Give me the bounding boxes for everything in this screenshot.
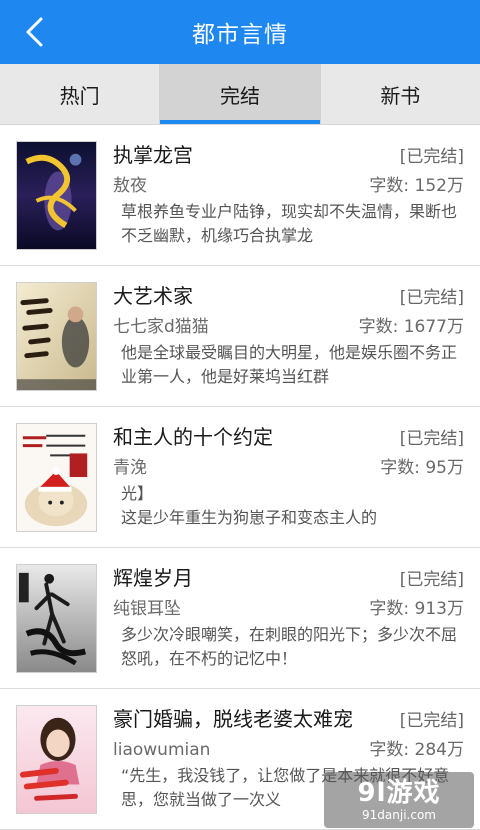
book-author: liaowumian — [113, 740, 211, 760]
tab-bar: 热门 完结 新书 — [0, 64, 480, 125]
book-cover — [16, 282, 97, 391]
top-app-bar: 都市言情 — [0, 0, 480, 64]
site-watermark: 9l游戏 91danji.com — [324, 772, 474, 828]
status-badge: [已完结] — [399, 147, 464, 167]
word-count: 字数: 284万 — [369, 740, 464, 760]
book-list-item[interactable]: 执掌龙宫 [已完结] 敖夜 字数: 152万 草根养鱼专业户陆铮，现实却不失温情… — [0, 125, 480, 266]
book-list-item[interactable]: 大艺术家 [已完结] 七七家d猫猫 字数: 1677万 他是全球最受瞩目的大明星… — [0, 266, 480, 407]
book-description: 他是全球最受瞩目的大明星，他是娱乐圈不务正业第一人，他是好莱坞当红群 — [121, 343, 458, 386]
tab-new[interactable]: 新书 — [321, 64, 480, 124]
book-title: 辉煌岁月 — [113, 566, 193, 590]
book-title: 执掌龙宫 — [113, 143, 193, 167]
tab-hot[interactable]: 热门 — [0, 64, 161, 124]
book-description-line: 光】 — [121, 484, 154, 503]
status-badge: [已完结] — [399, 570, 464, 590]
app-root: 都市言情 热门 完结 新书 执掌龙宫 [已完结] 敖夜 字数: 152万 草根养… — [0, 0, 480, 830]
watermark-logo-text: 9l游戏 — [357, 778, 441, 808]
book-cover — [16, 423, 97, 532]
chevron-left-icon — [26, 17, 43, 47]
book-title: 豪门婚骗，脱线老婆太难宠 — [113, 707, 353, 731]
book-author: 敖夜 — [113, 176, 147, 196]
word-count: 字数: 95万 — [380, 458, 464, 478]
word-count: 字数: 152万 — [369, 176, 464, 196]
status-badge: [已完结] — [399, 711, 464, 731]
book-title: 和主人的十个约定 — [113, 425, 273, 449]
book-cover — [16, 705, 97, 814]
word-count: 字数: 1677万 — [358, 317, 464, 337]
book-description: 光】 这是少年重生为狗崽子和变态主人的 — [113, 482, 464, 530]
book-list: 执掌龙宫 [已完结] 敖夜 字数: 152万 草根养鱼专业户陆铮，现实却不失温情… — [0, 125, 480, 830]
book-author: 七七家d猫猫 — [113, 317, 209, 337]
book-list-item[interactable]: 辉煌岁月 [已完结] 纯银耳坠 字数: 913万 多少次冷眼嘲笑，在刺眼的阳光下… — [0, 548, 480, 689]
status-badge: [已完结] — [399, 429, 464, 449]
book-author: 青浼 — [113, 458, 147, 478]
book-title: 大艺术家 — [113, 284, 193, 308]
book-description: 多少次冷眼嘲笑，在刺眼的阳光下；多少次不屈怒吼，在不朽的记忆中！ — [121, 625, 458, 668]
page-title: 都市言情 — [192, 22, 288, 48]
word-count: 字数: 913万 — [369, 599, 464, 619]
status-badge: [已完结] — [399, 288, 464, 308]
tab-completed[interactable]: 完结 — [160, 64, 321, 124]
book-list-item[interactable]: 和主人的十个约定 [已完结] 青浼 字数: 95万 光】 这是少年重生为狗崽子和… — [0, 407, 480, 548]
book-description: 草根养鱼专业户陆铮，现实却不失温情，果断也不乏幽默，机缘巧合执掌龙 — [121, 202, 458, 245]
book-description-line: 这是少年重生为狗崽子和变态主人的 — [121, 508, 378, 527]
book-author: 纯银耳坠 — [113, 599, 181, 619]
back-button[interactable] — [14, 12, 54, 52]
book-cover — [16, 564, 97, 673]
book-cover — [16, 141, 97, 250]
watermark-url: 91danji.com — [362, 808, 436, 822]
